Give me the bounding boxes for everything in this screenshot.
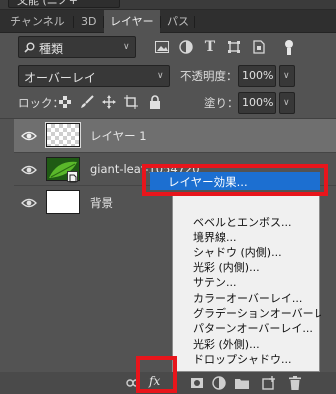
lock-label: ロック：: [18, 96, 64, 110]
menu-item-color-overlay[interactable]: カラーオーバーレイ...: [173, 291, 321, 306]
menu-item-inner-glow[interactable]: 光彩 (内側)...: [173, 260, 321, 275]
layer-thumbnail: [46, 190, 80, 214]
filter-toggle-icon[interactable]: [284, 38, 294, 56]
menu-item-satin[interactable]: サテン...: [173, 275, 321, 290]
blend-mode-value: オーバーレイ: [24, 71, 96, 85]
menu-item-gradient-overlay[interactable]: グラデーションオーバーレイ...: [173, 306, 321, 321]
filter-kind-label: 種類: [39, 42, 64, 56]
visibility-eye-icon[interactable]: [20, 119, 38, 152]
menu-item-bevel-emboss[interactable]: ベベルとエンボス...: [173, 215, 321, 230]
delete-layer-icon[interactable]: [289, 376, 301, 390]
shape-filter-icon[interactable]: [224, 38, 244, 56]
smart-object-filter-icon[interactable]: [249, 38, 269, 56]
menu-item-pattern-overlay[interactable]: パターンオーバーレイ...: [173, 321, 321, 336]
layer-thumbnail: [45, 122, 81, 148]
lock-transparent-pixels-icon[interactable]: [59, 96, 71, 108]
tab-divider: [194, 16, 195, 28]
search-icon: [24, 42, 35, 53]
layer-style-context-menu: レイヤー効果... ベベルとエンボス... 境界線... シャドウ (内側)..…: [172, 194, 321, 372]
adjustment-filter-icon[interactable]: [176, 38, 196, 56]
lock-position-icon[interactable]: [102, 95, 116, 109]
tab-layers[interactable]: レイヤー: [104, 10, 160, 33]
menu-item-outer-glow[interactable]: 光彩 (外側)...: [173, 337, 321, 352]
smart-object-badge-icon: [67, 171, 78, 183]
chevron-down-icon: ∨: [283, 71, 290, 81]
visibility-eye-icon[interactable]: [20, 153, 38, 186]
layer-row[interactable]: レイヤー 1: [14, 119, 336, 152]
add-mask-icon[interactable]: [190, 376, 204, 390]
new-layer-icon[interactable]: [262, 376, 276, 390]
layer-name[interactable]: 背景: [90, 195, 113, 211]
lock-all-icon[interactable]: [149, 95, 161, 109]
fill-label: 塗り：: [204, 96, 239, 110]
chevron-down-icon: ∨: [283, 98, 290, 108]
filter-kind-dropdown[interactable]: 種類 ∨: [18, 36, 136, 58]
menu-item-inner-shadow[interactable]: シャドウ (内側)...: [173, 245, 321, 260]
tab-divider: [73, 16, 74, 28]
blend-mode-dropdown[interactable]: オーバーレイ ∨: [18, 65, 170, 87]
lock-artboard-icon[interactable]: [124, 95, 138, 109]
adjustment-layer-icon[interactable]: [212, 376, 226, 390]
chevron-down-icon: ∨: [157, 71, 164, 81]
menu-item-layer-effects-text[interactable]: レイヤー効果...: [168, 174, 248, 190]
menu-item-stroke[interactable]: 境界線...: [173, 230, 321, 245]
opacity-slider-button[interactable]: ∨: [279, 65, 295, 87]
tab-channels[interactable]: チャンネル: [4, 10, 71, 33]
fill-input[interactable]: 100%: [238, 92, 276, 114]
opacity-value: 100%: [242, 69, 274, 82]
type-filter-icon[interactable]: T: [200, 38, 220, 56]
menu-item-drop-shadow[interactable]: ドロップシャドウ...: [173, 352, 321, 367]
image-filter-icon[interactable]: [152, 38, 172, 56]
fill-slider-button[interactable]: ∨: [279, 92, 295, 114]
fill-value: 100%: [242, 96, 274, 109]
annotation-highlight-box: [136, 356, 177, 393]
tab-3d[interactable]: 3D: [75, 10, 102, 33]
chevron-down-icon: ∨: [123, 42, 130, 52]
lock-image-pixels-icon[interactable]: [80, 95, 94, 109]
layer-name[interactable]: レイヤー 1: [90, 128, 147, 144]
visibility-eye-icon[interactable]: [20, 186, 38, 219]
opacity-label: 不透明度：: [180, 69, 238, 83]
tab-paths[interactable]: パス: [161, 10, 195, 33]
panel-tab-bar: チャンネル 3D レイヤー パス: [0, 10, 336, 33]
top-partial-dropdown[interactable]: 文能 (ニノ+: [8, 0, 120, 8]
new-group-icon[interactable]: [235, 377, 249, 389]
opacity-input[interactable]: 100%: [238, 65, 276, 87]
